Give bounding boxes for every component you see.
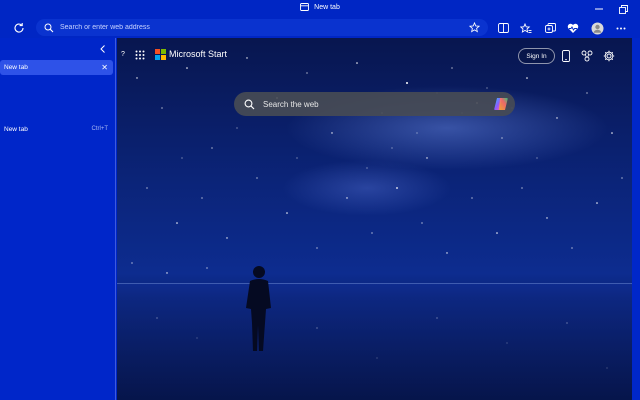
gear-icon <box>603 50 615 62</box>
favorites-icon <box>520 22 532 33</box>
split-screen-button[interactable] <box>496 21 510 35</box>
window-title: New tab <box>314 3 340 11</box>
favorites-button[interactable] <box>519 21 533 35</box>
restore-icon <box>618 4 628 14</box>
minimize-icon <box>595 8 603 10</box>
silhouette-figure <box>246 266 271 351</box>
address-input[interactable] <box>60 24 450 31</box>
sign-in-button[interactable]: Sign In <box>518 48 555 64</box>
copilot-icon[interactable] <box>493 96 509 112</box>
title-bar: New tab <box>0 0 640 18</box>
web-search-box[interactable] <box>234 92 515 116</box>
app-launcher-icon[interactable] <box>135 50 145 60</box>
new-tab-label: New tab <box>4 126 28 133</box>
web-search-input[interactable] <box>263 99 483 109</box>
page-settings-button[interactable] <box>603 49 615 63</box>
profile-button[interactable] <box>590 21 604 35</box>
close-tab-icon[interactable]: ✕ <box>101 63 108 72</box>
collapse-pane-icon[interactable] <box>98 44 108 54</box>
collections-button[interactable] <box>543 21 557 35</box>
ground-reflection <box>117 284 632 400</box>
refresh-icon[interactable] <box>12 21 26 35</box>
new-tab-page: ? Microsoft Start Sign In <box>117 38 632 400</box>
split-screen-icon <box>497 23 509 33</box>
tab-label: New tab <box>4 64 28 71</box>
rewards-button[interactable] <box>581 49 593 63</box>
brand-title[interactable]: Microsoft Start <box>169 49 227 59</box>
vertical-tabs-sidebar: New tab ✕ New tab Ctrl+T <box>0 38 116 400</box>
new-tab-button[interactable]: New tab Ctrl+T <box>4 126 108 133</box>
search-icon <box>44 23 54 32</box>
minimize-button[interactable] <box>588 2 610 16</box>
settings-more-button[interactable] <box>614 21 628 35</box>
tab-page-icon <box>300 3 310 11</box>
new-tab-shortcut: Ctrl+T <box>91 126 109 132</box>
profile-avatar-icon <box>591 22 603 34</box>
phone-icon <box>562 50 570 62</box>
window-title-area: New tab <box>0 3 640 11</box>
help-link[interactable]: ? <box>121 51 125 58</box>
trophy-icon <box>581 50 593 62</box>
tab-new-tab[interactable]: New tab ✕ <box>0 60 113 75</box>
microsoft-logo-icon <box>155 49 166 60</box>
address-bar[interactable] <box>36 19 488 36</box>
heart-pulse-icon <box>567 23 579 33</box>
restore-button[interactable] <box>612 2 634 16</box>
mobile-app-button[interactable] <box>560 49 572 63</box>
favorite-star-icon[interactable] <box>469 22 480 33</box>
collections-icon <box>544 22 556 33</box>
browser-essentials-button[interactable] <box>566 21 580 35</box>
search-icon <box>244 99 255 109</box>
more-icon <box>616 27 626 29</box>
